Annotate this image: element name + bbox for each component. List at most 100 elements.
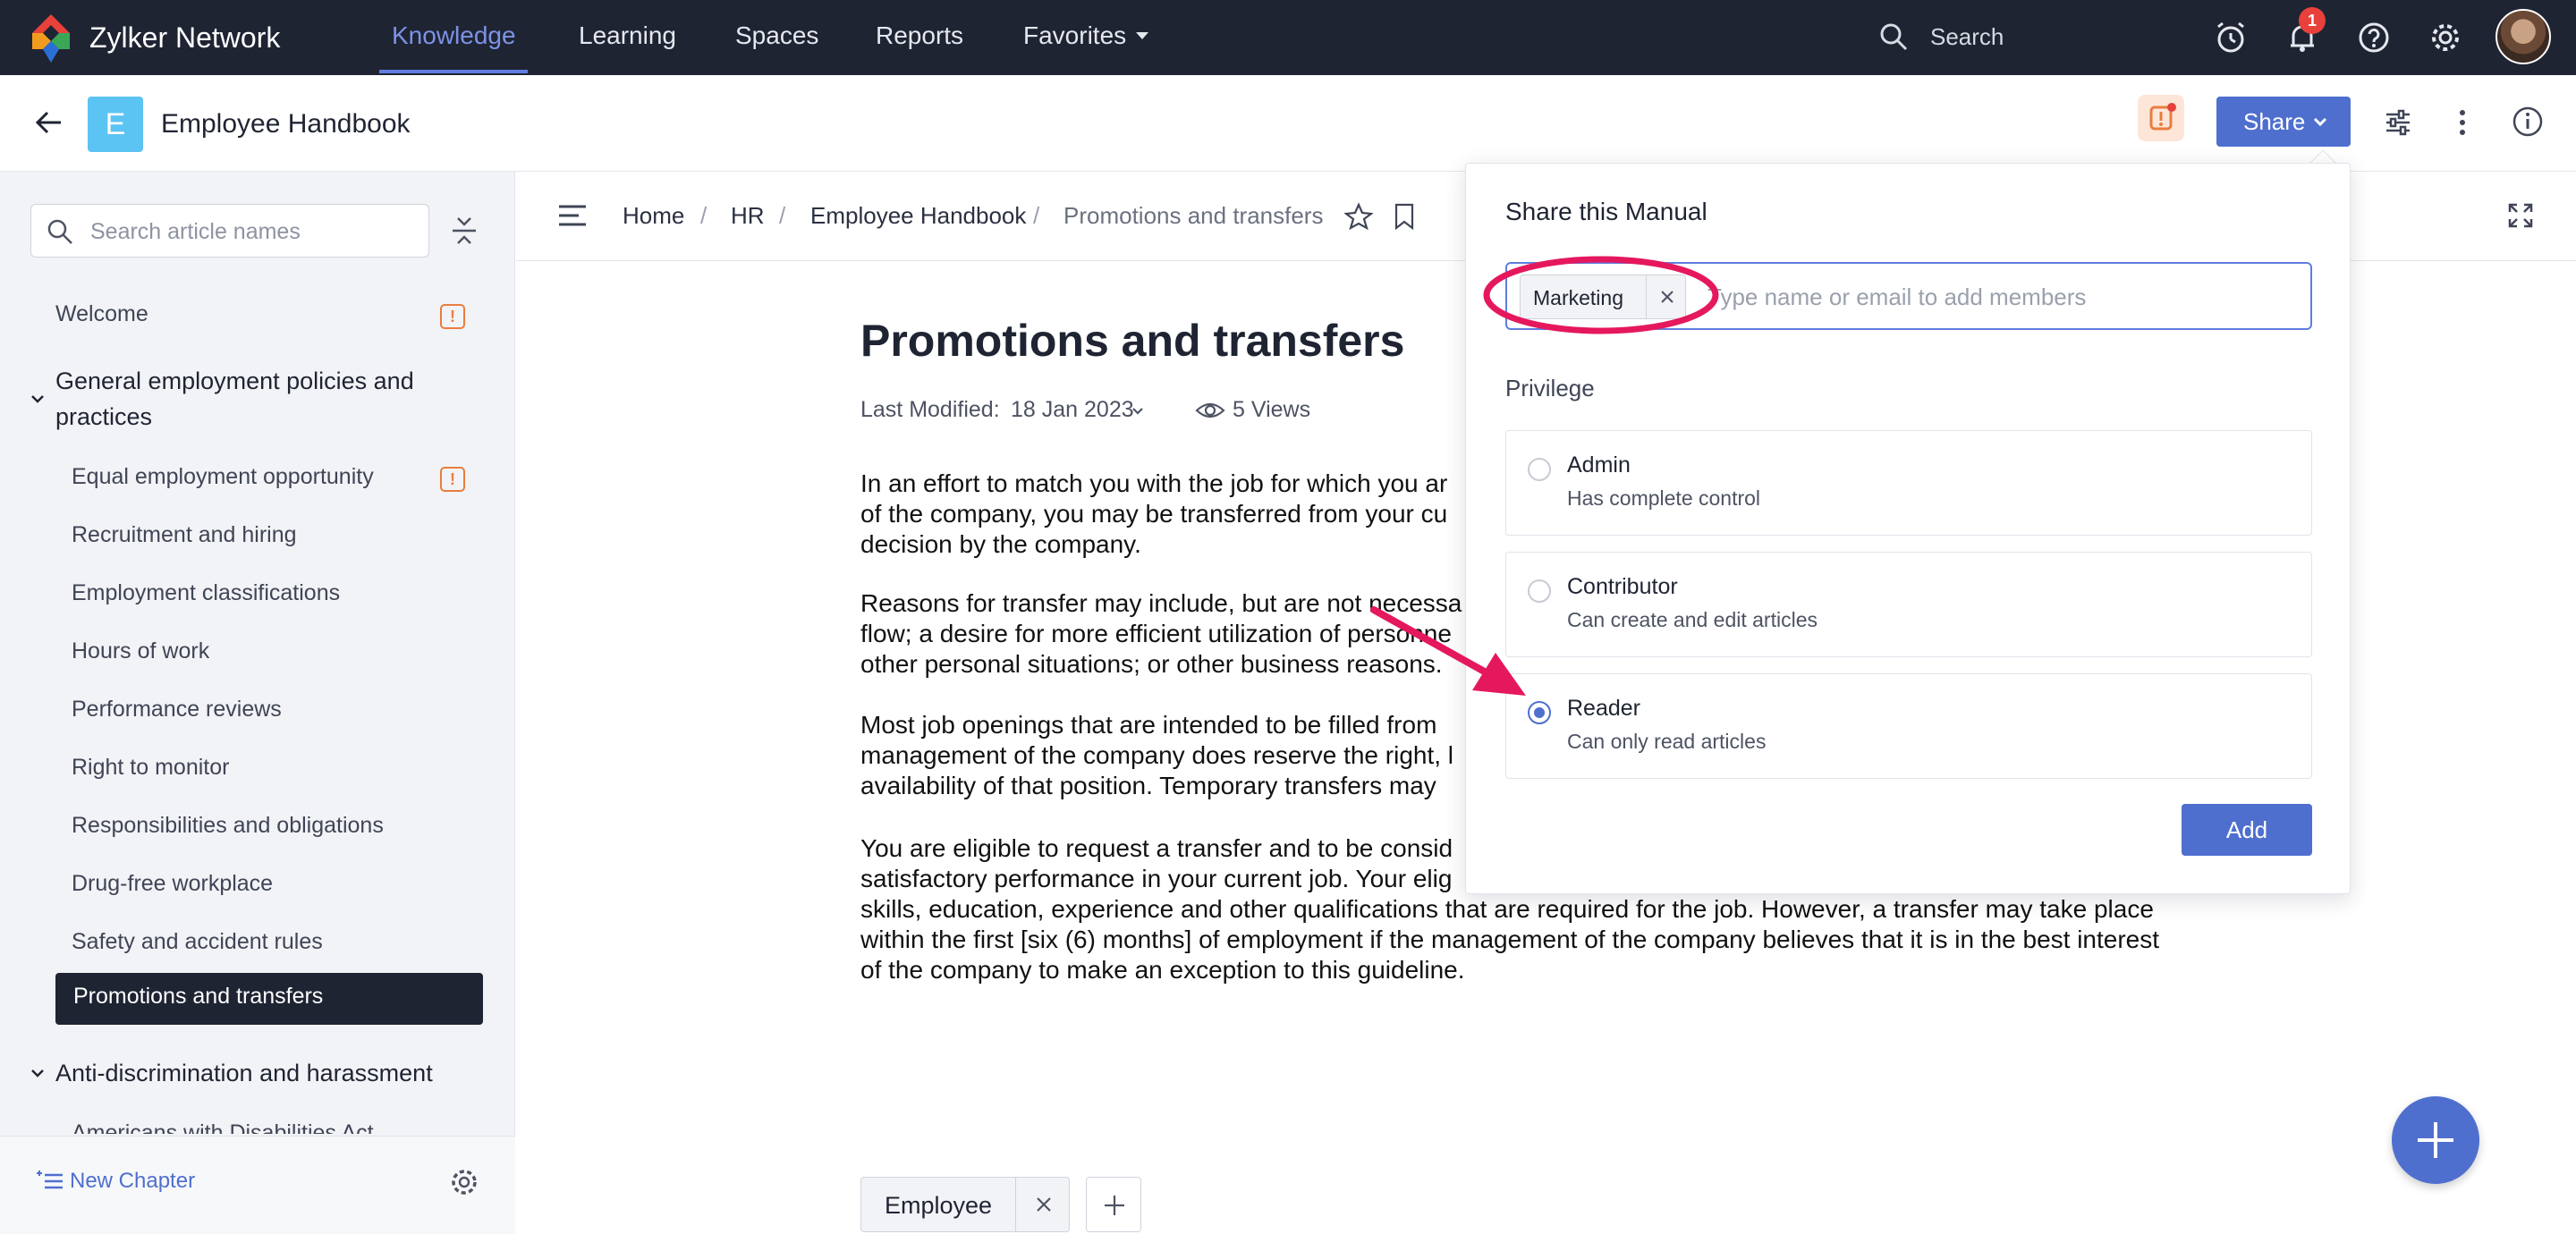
sidebar-item-welcome[interactable]: Welcome (55, 299, 148, 329)
add-list-icon (37, 1171, 63, 1189)
sidebar-item-safety[interactable]: Safety and accident rules (72, 926, 323, 957)
last-modified-label: Last Modified: (860, 397, 1000, 422)
option-description: Can create and edit articles (1567, 608, 1818, 631)
top-navigation-bar: Zylker Network Knowledge Learning Spaces… (0, 0, 2576, 75)
article-title: Promotions and transfers (860, 316, 1405, 366)
chevron-down-icon (2313, 117, 2327, 127)
fullscreen-icon[interactable] (2507, 202, 2534, 229)
sidebar-item-hours-of-work[interactable]: Hours of work (72, 636, 209, 666)
breadcrumb-current: Promotions and transfers (1063, 202, 1324, 229)
paragraph-line: within the first [six (6) months] of emp… (860, 926, 2160, 953)
remove-tag-button[interactable] (1015, 1178, 1071, 1231)
option-name: Contributor (1567, 574, 1678, 599)
share-button[interactable]: Share (2216, 97, 2351, 147)
more-vertical-icon[interactable] (2449, 107, 2476, 138)
sidebar-item-equal-employment[interactable]: Equal employment opportunity (72, 461, 374, 492)
share-manual-popover: Share this Manual Marketing Type name or… (1465, 163, 2351, 894)
settings-gear-icon[interactable] (2426, 18, 2465, 57)
nav-reports[interactable]: Reports (876, 18, 963, 54)
alert-button[interactable] (2138, 95, 2184, 141)
sidebar-item-performance-reviews[interactable]: Performance reviews (72, 694, 282, 724)
sidebar-item-ada[interactable]: Americans with Disabilities Act (72, 1118, 374, 1134)
active-nav-indicator (379, 70, 528, 73)
add-members-input[interactable]: Marketing Type name or email to add memb… (1505, 262, 2312, 330)
gear-icon[interactable] (447, 1165, 481, 1199)
sidebar-footer: New Chapter (0, 1136, 515, 1234)
chevron-down-icon[interactable] (29, 390, 47, 408)
remove-chip-button[interactable] (1646, 275, 1687, 318)
sidebar-item-right-to-monitor[interactable]: Right to monitor (72, 752, 229, 782)
breadcrumb-separator: / (779, 202, 786, 229)
search-label: Search (1930, 23, 2004, 50)
sidebar-item-drug-free[interactable]: Drug-free workplace (72, 868, 273, 899)
paragraph-line: of the company to make an exception to t… (860, 956, 1465, 984)
privilege-option-reader[interactable]: Reader Can only read articles (1505, 673, 2312, 779)
paragraph-line: skills, education, experience and other … (860, 895, 2154, 923)
sidebar-item-responsibilities[interactable]: Responsibilities and obligations (72, 810, 384, 841)
warning-icon: ! (440, 304, 465, 329)
favorites-dropdown-icon[interactable] (1136, 32, 1148, 39)
sidebar-item-employment-classifications[interactable]: Employment classifications (72, 578, 340, 608)
create-fab-button[interactable] (2392, 1096, 2479, 1184)
member-chip-marketing: Marketing (1520, 275, 1686, 319)
close-icon (1661, 291, 1674, 303)
privilege-option-admin[interactable]: Admin Has complete control (1505, 430, 2312, 536)
new-chapter-label: New Chapter (70, 1169, 196, 1193)
close-icon (1037, 1197, 1051, 1212)
manual-header: E Employee Handbook Share (0, 75, 2576, 172)
sidebar-item-label: Promotions and transfers (73, 984, 324, 1009)
share-button-label: Share (2243, 108, 2306, 135)
info-icon[interactable] (2512, 106, 2544, 138)
star-icon[interactable] (1344, 202, 1373, 231)
filter-sliders-icon[interactable] (2383, 107, 2413, 138)
sidebar-item-promotions-active[interactable]: Promotions and transfers (55, 973, 483, 1025)
add-button[interactable]: Add (2182, 804, 2312, 856)
chevron-down-icon[interactable] (1131, 404, 1145, 418)
nav-learning[interactable]: Learning (579, 18, 676, 54)
breadcrumb-separator: / (1033, 202, 1040, 229)
option-name: Reader (1567, 696, 1640, 721)
breadcrumb-home[interactable]: Home (623, 202, 684, 230)
plus-icon (2418, 1122, 2453, 1158)
sidebar-chapter-general-employment[interactable]: General employment policies and practice… (55, 363, 449, 435)
manual-title: Employee Handbook (161, 109, 411, 139)
nav-spaces[interactable]: Spaces (735, 18, 818, 54)
view-count: 5 Views (1233, 397, 1311, 422)
search-icon (47, 219, 72, 244)
breadcrumb-employee-handbook[interactable]: Employee Handbook (810, 202, 1026, 230)
manual-initial-icon: E (88, 97, 143, 152)
nav-favorites[interactable]: Favorites (1023, 18, 1126, 54)
nav-knowledge[interactable]: Knowledge (392, 18, 516, 54)
breadcrumb-separator: / (700, 202, 708, 229)
sidebar: Search article names Welcome ! General e… (0, 172, 515, 1234)
help-icon[interactable] (2354, 18, 2394, 57)
collapse-all-icon[interactable] (449, 213, 479, 249)
add-tag-button[interactable] (1086, 1177, 1141, 1232)
sidebar-chapter-anti-discrimination[interactable]: Anti-discrimination and harassment (55, 1055, 433, 1091)
sidebar-item-recruitment[interactable]: Recruitment and hiring (72, 520, 297, 550)
last-modified-date[interactable]: 18 Jan 2023 (1011, 397, 1134, 423)
breadcrumb-hr[interactable]: HR (731, 202, 765, 230)
notification-count-badge: 1 (2299, 7, 2326, 34)
search-icon (1880, 23, 1908, 51)
radio-reader-selected[interactable] (1528, 701, 1551, 724)
article-search-input[interactable]: Search article names (30, 204, 429, 258)
article-search-placeholder: Search article names (90, 219, 301, 244)
brand-name: Zylker Network (89, 21, 281, 54)
alarm-clock-icon[interactable] (2211, 18, 2250, 57)
chevron-down-icon[interactable] (29, 1064, 47, 1082)
article-tag: Employee (860, 1177, 1070, 1232)
back-arrow-icon[interactable] (34, 107, 64, 138)
radio-contributor[interactable] (1528, 579, 1551, 603)
plus-icon (1105, 1196, 1124, 1215)
option-description: Can only read articles (1567, 730, 1767, 753)
warning-icon: ! (440, 467, 465, 492)
user-avatar[interactable] (2496, 9, 2551, 64)
new-chapter-button[interactable]: New Chapter (36, 1169, 195, 1194)
eye-icon (1195, 402, 1225, 418)
privilege-option-contributor[interactable]: Contributor Can create and edit articles (1505, 552, 2312, 657)
radio-admin[interactable] (1528, 458, 1551, 481)
bookmark-icon[interactable] (1393, 202, 1416, 231)
option-description: Has complete control (1567, 486, 1761, 510)
toc-menu-icon[interactable] (557, 202, 588, 229)
